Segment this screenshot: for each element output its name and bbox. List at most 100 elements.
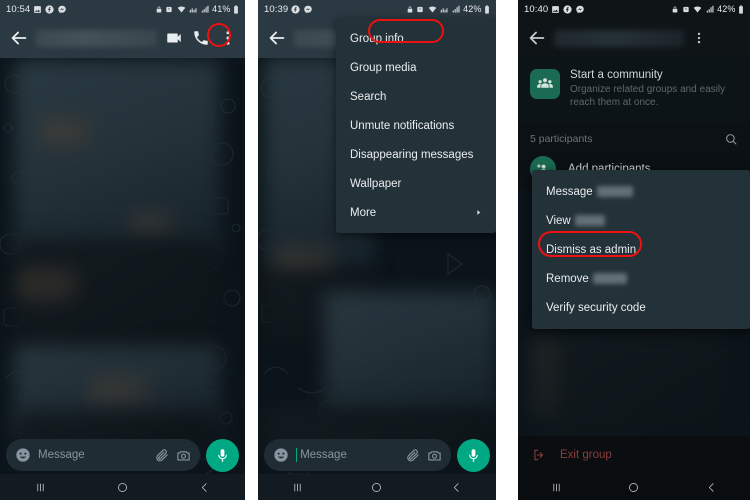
back-icon[interactable]: [198, 481, 211, 494]
ctx-item-verify-security-code[interactable]: Verify security code: [532, 293, 750, 322]
menu-item-wallpaper[interactable]: Wallpaper: [336, 169, 496, 198]
paperclip-icon[interactable]: [405, 448, 420, 463]
alarm-icon: [417, 6, 423, 12]
menu-item-disappearing-messages[interactable]: Disappearing messages: [336, 140, 496, 169]
message-input-bar: Message: [0, 436, 245, 474]
ctx-item-view[interactable]: View: [532, 206, 750, 235]
redacted-message-block: [14, 60, 220, 256]
overflow-dropdown-menu: Group info Group media Search Unmute not…: [336, 18, 496, 233]
exit-group-label: Exit group: [560, 449, 612, 461]
menu-item-label: Disappearing messages: [350, 148, 474, 161]
status-bar: 10:39 42%: [258, 0, 496, 18]
menu-item-search[interactable]: Search: [336, 82, 496, 111]
chat-actions: [165, 29, 237, 47]
voice-record-button[interactable]: [206, 438, 239, 472]
menu-item-group-info[interactable]: Group info: [336, 24, 496, 53]
ctx-item-message[interactable]: Message: [532, 177, 750, 206]
community-title: Start a community: [570, 69, 663, 81]
status-time: 10:54: [6, 3, 31, 15]
battery-percent: 42%: [717, 4, 736, 14]
status-right-group: 42%: [406, 4, 490, 14]
signal-icon: [452, 5, 460, 12]
back-icon[interactable]: [450, 481, 463, 494]
paperclip-icon[interactable]: [154, 448, 169, 463]
voice-record-button[interactable]: [457, 438, 490, 472]
status-time: 10:39: [264, 3, 289, 15]
ctx-item-label: Remove: [546, 272, 589, 285]
system-nav-bar: [0, 474, 245, 500]
chat-title-redacted: [36, 29, 157, 47]
menu-item-label: Unmute notifications: [350, 119, 455, 132]
alarm-icon: [683, 6, 689, 12]
status-time: 10:40: [524, 3, 549, 15]
voice-call-icon[interactable]: [192, 29, 210, 47]
wifi-icon: [693, 6, 702, 12]
menu-item-label: Wallpaper: [350, 177, 402, 190]
status-right-group: 42%: [671, 4, 744, 14]
back-arrow-icon[interactable]: [526, 27, 548, 49]
recents-icon[interactable]: [550, 481, 563, 494]
camera-icon[interactable]: [427, 448, 442, 463]
system-nav-bar: [518, 474, 750, 500]
home-icon[interactable]: [370, 481, 383, 494]
home-icon[interactable]: [627, 481, 640, 494]
group-info-app-bar: [518, 18, 750, 58]
phone-panel-overflow-menu-screen: 10:39 42% Group info Group media Search …: [258, 0, 496, 500]
emoji-icon[interactable]: [273, 447, 289, 463]
search-icon[interactable]: [724, 132, 738, 146]
ctx-item-label: Message: [546, 185, 593, 198]
status-left-group: 10:39: [264, 4, 313, 15]
camera-icon[interactable]: [176, 448, 191, 463]
message-input-pill[interactable]: Message: [264, 439, 451, 471]
message-input-placeholder: Message: [300, 449, 347, 461]
recents-icon[interactable]: [291, 481, 304, 494]
overflow-menu-icon[interactable]: [692, 31, 706, 45]
menu-item-more[interactable]: More: [336, 198, 496, 227]
overflow-menu-icon[interactable]: [219, 29, 237, 47]
ctx-item-remove[interactable]: Remove: [532, 264, 750, 293]
exit-group-row[interactable]: Exit group: [518, 436, 750, 474]
redacted-avatar-block: [130, 214, 174, 236]
back-arrow-icon[interactable]: [266, 27, 288, 49]
battery-percent: 42%: [463, 4, 482, 14]
redacted-participant-list: [530, 330, 730, 435]
battery-percent: 41%: [212, 4, 231, 14]
text-cursor: [296, 448, 298, 462]
redacted-avatar-block: [90, 376, 150, 410]
facebook-icon: [45, 4, 54, 14]
gallery-icon: [552, 5, 560, 13]
ctx-item-label: Dismiss as admin: [546, 243, 637, 256]
facebook-icon: [291, 4, 300, 14]
signal-icon: [201, 5, 209, 12]
home-icon[interactable]: [116, 481, 129, 494]
status-left-group: 10:54: [6, 4, 67, 15]
message-input-pill[interactable]: Message: [6, 439, 200, 471]
menu-item-group-media[interactable]: Group media: [336, 53, 496, 82]
wifi-icon: [177, 6, 185, 12]
recents-icon[interactable]: [34, 481, 47, 494]
redacted-avatar-block: [42, 120, 90, 146]
battery-icon: [234, 4, 238, 14]
start-a-community-row[interactable]: Start a community Organize related group…: [518, 58, 750, 122]
emoji-icon[interactable]: [15, 447, 31, 463]
alarm-icon: [166, 6, 172, 12]
ctx-item-label: Verify security code: [546, 301, 646, 314]
participants-count-label: 5 participants: [530, 133, 593, 145]
chat-app-bar: [0, 18, 245, 58]
gallery-icon: [34, 5, 42, 13]
redacted-avatar-block: [532, 338, 558, 414]
menu-item-unmute-notifications[interactable]: Unmute notifications: [336, 111, 496, 140]
participant-context-menu: Message View Dismiss as admin Remove Ver…: [532, 170, 750, 329]
dual-sim-icon: [189, 7, 197, 12]
messenger-icon: [58, 5, 67, 13]
chat-message-area: [0, 58, 245, 500]
microphone-icon: [218, 448, 227, 462]
ctx-item-dismiss-as-admin[interactable]: Dismiss as admin: [532, 235, 750, 264]
group-title-redacted: [554, 29, 684, 47]
status-bar: 10:54 41%: [0, 0, 245, 18]
back-icon[interactable]: [705, 481, 718, 494]
back-arrow-icon[interactable]: [8, 27, 30, 49]
chevron-right-icon: [477, 210, 481, 215]
dual-sim-icon: [440, 7, 448, 12]
video-call-icon[interactable]: [165, 29, 183, 47]
